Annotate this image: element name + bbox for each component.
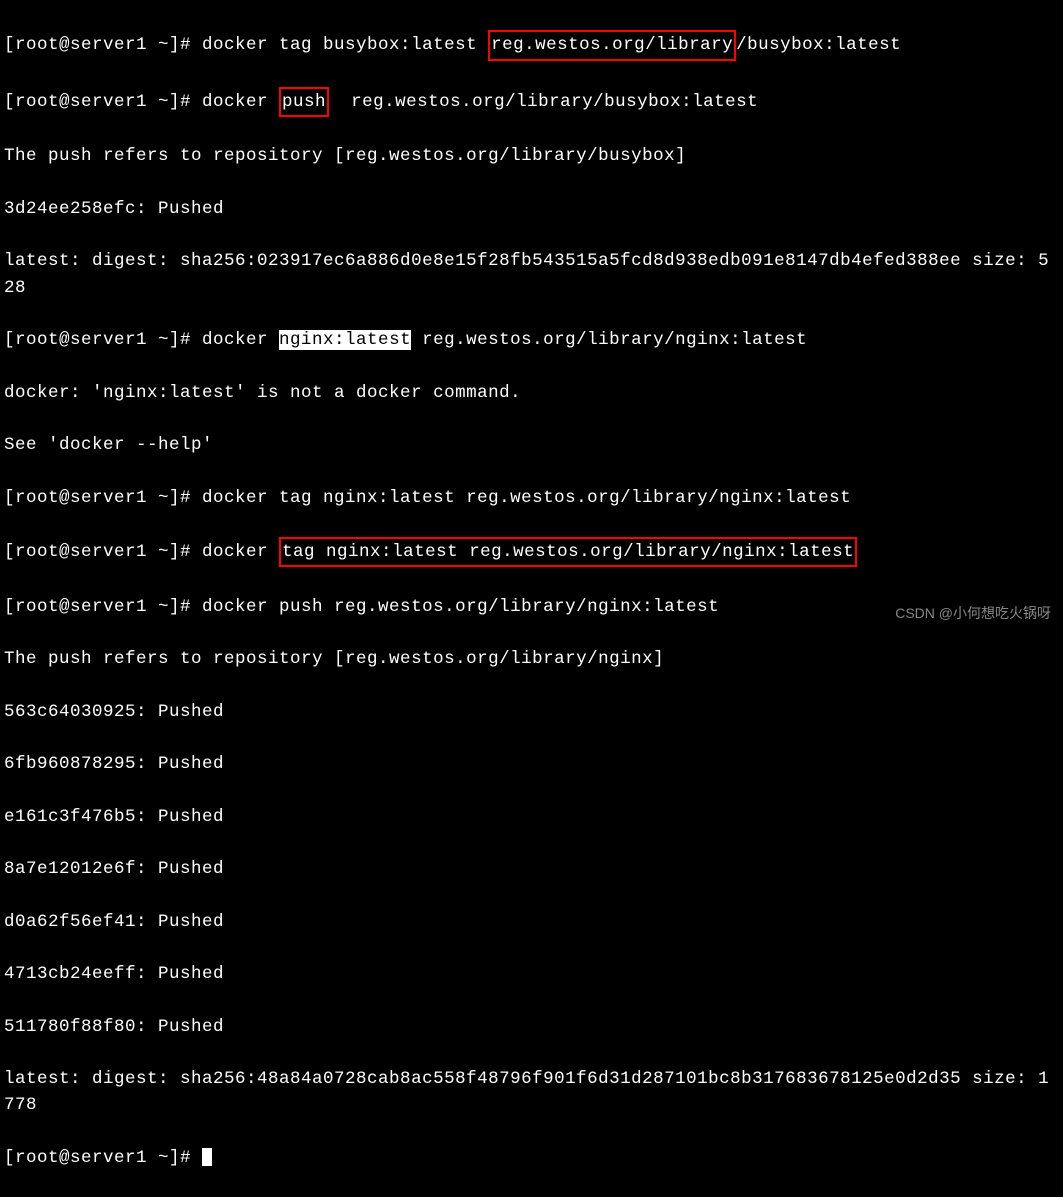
terminal-line: 3d24ee258efc: Pushed [4,196,1059,222]
terminal-line: e161c3f476b5: Pushed [4,804,1059,830]
terminal-line: latest: digest: sha256:023917ec6a886d0e8… [4,248,1059,301]
text: [root@server1 ~]# docker tag busybox:lat… [4,35,488,55]
text: [root@server1 ~]# docker [4,92,279,112]
text: [root@server1 ~]# docker [4,330,279,350]
terminal-line: [root@server1 ~]# docker tag busybox:lat… [4,30,1059,60]
terminal-line: [root@server1 ~]# docker nginx:latest re… [4,327,1059,353]
terminal-line: [root@server1 ~]# docker tag nginx:lates… [4,537,1059,567]
highlight-annotation: reg.westos.org/library [488,30,736,60]
prompt-text: [root@server1 ~]# [4,1148,202,1168]
terminal-line: See 'docker --help' [4,432,1059,458]
terminal-line: latest: digest: sha256:48a84a0728cab8ac5… [4,1066,1059,1119]
terminal-prompt-line: [root@server1 ~]# [4,1145,1059,1171]
text: reg.westos.org/library/nginx:latest [411,330,807,350]
terminal-line: d0a62f56ef41: Pushed [4,909,1059,935]
terminal-line: The push refers to repository [reg.westo… [4,143,1059,169]
terminal-line: docker: 'nginx:latest' is not a docker c… [4,380,1059,406]
highlight-annotation: tag nginx:latest reg.westos.org/library/… [279,537,857,567]
terminal-cursor [202,1148,212,1166]
highlight-selection: nginx:latest [279,330,411,350]
terminal-line: 563c64030925: Pushed [4,699,1059,725]
text: /busybox:latest [736,35,901,55]
text: [root@server1 ~]# docker [4,542,279,562]
terminal-line: 4713cb24eeff: Pushed [4,961,1059,987]
watermark: CSDN @小何想吃火锅呀 [895,603,1051,624]
terminal-line: 511780f88f80: Pushed [4,1014,1059,1040]
terminal-line: 8a7e12012e6f: Pushed [4,856,1059,882]
terminal-output[interactable]: [root@server1 ~]# docker tag busybox:lat… [4,4,1059,1197]
terminal-line: [root@server1 ~]# docker tag nginx:lates… [4,485,1059,511]
text: reg.westos.org/library/busybox:latest [329,92,758,112]
highlight-annotation: push [279,87,329,117]
terminal-line: 6fb960878295: Pushed [4,751,1059,777]
terminal-line: The push refers to repository [reg.westo… [4,646,1059,672]
terminal-line: [root@server1 ~]# docker push reg.westos… [4,87,1059,117]
